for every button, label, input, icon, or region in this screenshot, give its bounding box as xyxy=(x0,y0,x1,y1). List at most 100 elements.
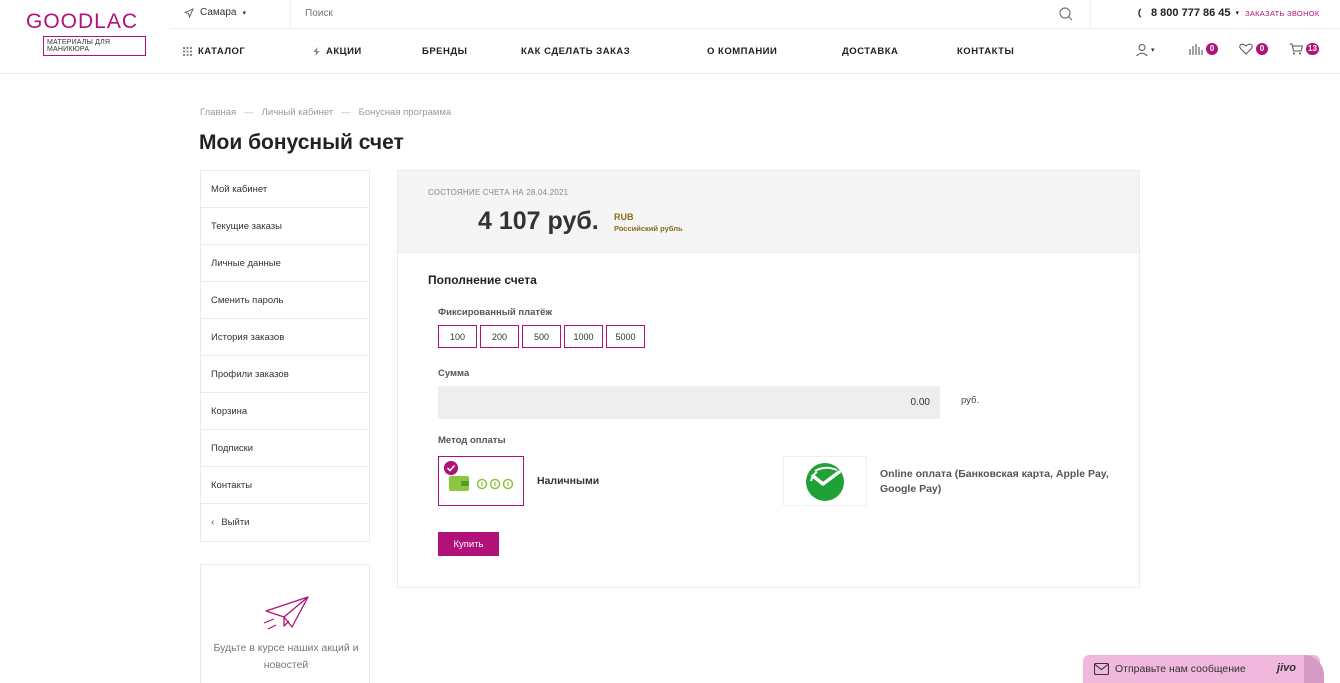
user-icon xyxy=(1136,44,1148,57)
sberbank-logo-icon xyxy=(806,463,844,501)
breadcrumb-home[interactable]: Главная xyxy=(200,107,236,118)
compare-count-badge: 0 xyxy=(1206,43,1218,55)
payment-method-label: Метод оплаты xyxy=(438,435,506,446)
site-header: GOODLAC МАТЕРИАЛЫ ДЛЯ МАНИКЮРА Самара ▾ … xyxy=(0,0,1340,74)
search-bar xyxy=(290,0,1090,29)
nav-label: КАТАЛОГ xyxy=(198,46,246,57)
compare-button[interactable]: 0 xyxy=(1189,43,1218,55)
phone-number[interactable]: 8 800 777 86 45 ▾ xyxy=(1138,7,1239,19)
sidebar-item-label: Сменить пароль xyxy=(211,294,284,306)
chat-corner-decoration xyxy=(1304,655,1324,683)
breadcrumb-account[interactable]: Личный кабинет xyxy=(262,107,333,118)
city-selector[interactable]: Самара ▾ xyxy=(184,7,246,18)
amount-button-500[interactable]: 500 xyxy=(522,325,561,348)
sidebar-item-order-profiles[interactable]: Профили заказов xyxy=(201,356,369,393)
favorites-button[interactable]: 0 xyxy=(1239,43,1268,55)
payment-method-cash[interactable] xyxy=(438,456,524,506)
page-title: Мои бонусный счет xyxy=(199,131,404,154)
cart-icon xyxy=(1289,43,1303,55)
payment-method-online-label[interactable]: Online оплата (Банковская карта, Apple P… xyxy=(880,467,1120,497)
chat-text: Отправьте нам сообщение xyxy=(1115,663,1246,675)
sidebar-item-logout[interactable]: ‹ Выйти xyxy=(201,504,369,541)
sidebar-item-label: Выйти xyxy=(221,517,250,528)
balance-amount: 4 107 руб. xyxy=(478,207,599,235)
promo-text: Будьте в курсе наших акций и новостей xyxy=(213,642,359,671)
favorites-count-badge: 0 xyxy=(1256,43,1268,55)
profile-button[interactable]: ▾ xyxy=(1135,43,1155,57)
chat-brand-logo: jivo xyxy=(1277,662,1296,674)
phone-text: 8 800 777 86 45 xyxy=(1151,7,1231,19)
nav-how-to-order[interactable]: КАК СДЕЛАТЬ ЗАКАЗ xyxy=(521,46,630,57)
sidebar-item-label: Корзина xyxy=(211,405,248,417)
sidebar-item-contacts[interactable]: Контакты xyxy=(201,467,369,504)
breadcrumb: Главная — Личный кабинет — Бонусная прог… xyxy=(200,107,451,118)
search-icon[interactable] xyxy=(1058,6,1074,22)
nav-catalog[interactable]: КАТАЛОГ xyxy=(183,46,245,57)
envelope-icon xyxy=(1094,663,1109,675)
sidebar-item-personal-data[interactable]: Личные данные xyxy=(201,245,369,282)
compare-icon xyxy=(1189,44,1203,55)
sum-input[interactable] xyxy=(438,386,940,419)
cart-button[interactable]: 13 xyxy=(1289,43,1319,55)
breadcrumb-separator: — xyxy=(341,107,351,118)
nav-brands[interactable]: БРЕНДЫ xyxy=(422,46,467,57)
nav-delivery[interactable]: ДОСТАВКА xyxy=(842,46,898,57)
topup-title: Пополнение счета xyxy=(428,273,537,287)
balance-box: СОСТОЯНИЕ СЧЕТА НА 28.04.2021 4 107 руб.… xyxy=(398,171,1139,253)
lightning-icon xyxy=(313,47,320,56)
amount-button-1000[interactable]: 1000 xyxy=(564,325,603,348)
sidebar-item-label: История заказов xyxy=(211,331,285,343)
breadcrumb-separator: — xyxy=(244,107,254,118)
logo-subtitle: МАТЕРИАЛЫ ДЛЯ МАНИКЮРА xyxy=(43,36,146,56)
fixed-amount-buttons: 100 200 500 1000 5000 xyxy=(438,325,645,348)
amount-button-5000[interactable]: 5000 xyxy=(606,325,645,348)
sidebar-item-subscriptions[interactable]: Подписки xyxy=(201,430,369,467)
newsletter-promo: Будьте в курсе наших акций и новостей xyxy=(200,564,370,683)
sum-unit: руб. xyxy=(961,395,980,406)
sidebar-item-label: Личные данные xyxy=(211,257,281,269)
sidebar-item-my-account[interactable]: Мой кабинет xyxy=(201,171,369,208)
currency-name: Российский рубль xyxy=(614,224,683,233)
payment-method-online[interactable] xyxy=(783,456,867,506)
buy-button[interactable]: Купить xyxy=(438,532,499,556)
chevron-left-icon: ‹ xyxy=(211,517,215,528)
bonus-account-panel: СОСТОЯНИЕ СЧЕТА НА 28.04.2021 4 107 руб.… xyxy=(397,170,1140,588)
nav-about[interactable]: О КОМПАНИИ xyxy=(707,46,777,57)
paper-plane-icon xyxy=(263,596,309,630)
nav-contacts[interactable]: КОНТАКТЫ xyxy=(957,46,1014,57)
balance-caption: СОСТОЯНИЕ СЧЕТА НА 28.04.2021 xyxy=(428,188,569,197)
sidebar-item-label: Мой кабинет xyxy=(211,183,268,195)
sidebar-item-label: Подписки xyxy=(211,442,254,454)
nav-label: О КОМПАНИИ xyxy=(707,46,778,57)
sidebar-item-current-orders[interactable]: Текущие заказы xyxy=(201,208,369,245)
sidebar-item-change-password[interactable]: Сменить пароль xyxy=(201,282,369,319)
chevron-down-icon: ▾ xyxy=(1151,47,1155,54)
payment-method-cash-label[interactable]: Наличными xyxy=(537,475,599,487)
chat-widget[interactable]: Отправьте нам сообщение jivo xyxy=(1083,655,1324,683)
sidebar-item-label: Профили заказов xyxy=(211,368,289,380)
wallet-coins-icon xyxy=(449,476,514,491)
nav-label: ДОСТАВКА xyxy=(842,46,899,57)
search-input[interactable] xyxy=(305,8,905,19)
nav-label: БРЕНДЫ xyxy=(422,46,468,57)
cart-count-badge: 13 xyxy=(1306,43,1319,55)
grid-icon xyxy=(183,47,192,56)
chevron-down-icon: ▾ xyxy=(1235,10,1240,17)
fixed-payment-label: Фиксированный платёж xyxy=(438,307,553,318)
sidebar-item-label: Контакты xyxy=(211,479,253,491)
nav-promo[interactable]: АКЦИИ xyxy=(313,46,362,57)
top-bar: Самара ▾ 8 800 777 86 45 ▾ ЗАКАЗАТЬ ЗВОН… xyxy=(170,0,1340,29)
logo[interactable]: GOODLAC МАТЕРИАЛЫ ДЛЯ МАНИКЮРА xyxy=(26,10,146,56)
sidebar-item-cart[interactable]: Корзина xyxy=(201,393,369,430)
amount-button-200[interactable]: 200 xyxy=(480,325,519,348)
sidebar-item-order-history[interactable]: История заказов xyxy=(201,319,369,356)
nav-label: КОНТАКТЫ xyxy=(957,46,1015,57)
nav-label: АКЦИИ xyxy=(326,46,362,57)
sum-label: Сумма xyxy=(438,368,470,379)
logo-text: GOODLAC xyxy=(26,10,139,33)
amount-button-100[interactable]: 100 xyxy=(438,325,477,348)
nav-label: КАК СДЕЛАТЬ ЗАКАЗ xyxy=(521,46,631,57)
callback-link[interactable]: ЗАКАЗАТЬ ЗВОНОК xyxy=(1245,9,1320,18)
heart-icon xyxy=(1239,43,1253,55)
sidebar-item-label: Текущие заказы xyxy=(211,220,282,232)
